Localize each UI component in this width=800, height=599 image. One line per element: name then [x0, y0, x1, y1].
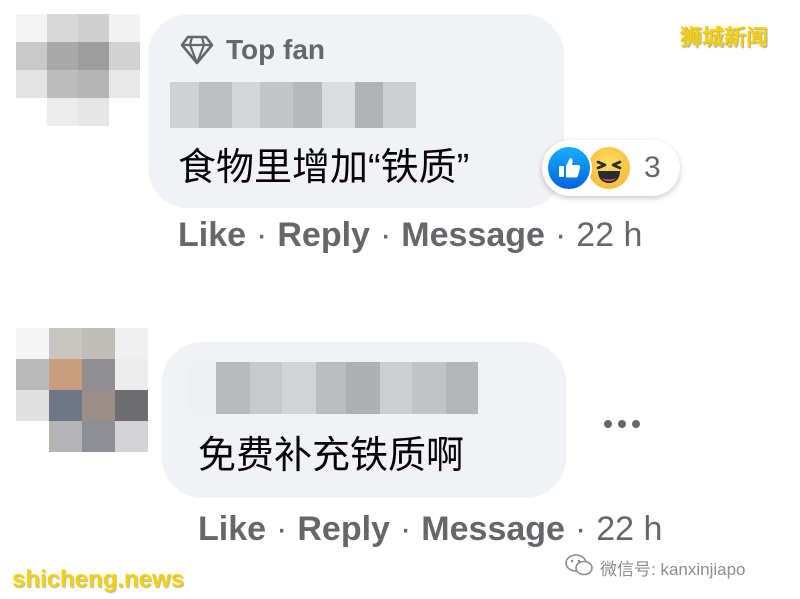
avatar[interactable] [16, 328, 148, 452]
commenter-name[interactable] [186, 362, 478, 414]
watermark-top: 狮城新闻 [680, 25, 769, 50]
wechat-icon [564, 552, 594, 583]
more-options-icon[interactable] [604, 420, 640, 428]
comment-text: 免费补充铁质啊 [198, 435, 465, 477]
like-link[interactable]: Like [198, 510, 266, 549]
reply-link[interactable]: Reply [277, 216, 370, 255]
separator-dot: · [379, 216, 392, 254]
comment-text: 食物里增加“铁质” [178, 147, 470, 189]
badge-label: Top fan [226, 34, 326, 65]
watermark-site: shicheng.news [12, 566, 185, 593]
watermark-wechat: 微信号: kanxinjiapo [564, 552, 746, 583]
top-fan-badge: Top fan [180, 34, 325, 66]
comment-actions: Like · Reply · Message · 22 h [198, 510, 662, 549]
reactions-summary[interactable]: 3 [542, 140, 680, 196]
separator-dot: · [554, 216, 567, 254]
message-link[interactable]: Message [421, 510, 565, 549]
separator-dot: · [574, 510, 587, 548]
reaction-count: 3 [644, 151, 661, 184]
reply-link[interactable]: Reply [297, 510, 390, 549]
comment-actions: Like · Reply · Message · 22 h [178, 216, 642, 255]
haha-icon [586, 145, 632, 191]
diamond-icon [180, 35, 214, 65]
like-icon [546, 145, 592, 191]
message-link[interactable]: Message [401, 216, 545, 255]
timestamp[interactable]: 22 h [596, 510, 662, 549]
timestamp[interactable]: 22 h [576, 216, 642, 255]
separator-dot: · [276, 510, 288, 548]
commenter-name[interactable] [170, 82, 416, 128]
separator-dot: · [256, 216, 268, 254]
separator-dot: · [399, 510, 412, 548]
avatar[interactable] [16, 14, 140, 126]
like-link[interactable]: Like [178, 216, 246, 255]
wechat-id: 微信号: kanxinjiapo [600, 560, 746, 579]
